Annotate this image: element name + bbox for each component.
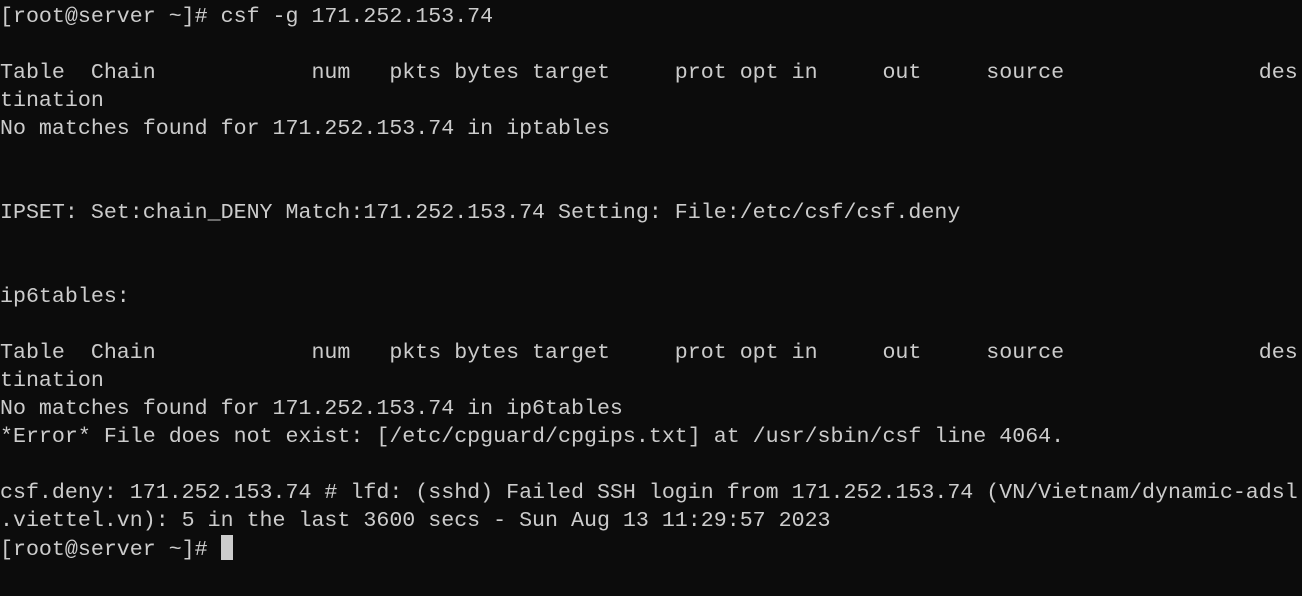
terminal-line: IPSET: Set:chain_DENY Match:171.252.153.… (0, 201, 961, 225)
terminal-line: .viettel.vn): 5 in the last 3600 secs - … (0, 509, 831, 533)
terminal-lines: [root@server ~]# csf -g 171.252.153.74 Ta… (0, 3, 1302, 535)
terminal-line: tination (0, 89, 104, 113)
terminal-line: No matches found for 171.252.153.74 in i… (0, 397, 623, 421)
terminal-line: Table Chain num pkts bytes target prot o… (0, 61, 1298, 85)
terminal-output[interactable]: [root@server ~]# csf -g 171.252.153.74 Ta… (0, 3, 1302, 563)
cursor (220, 535, 233, 560)
terminal-line: ip6tables: (0, 285, 130, 309)
terminal-line: csf.deny: 171.252.153.74 # lfd: (sshd) F… (0, 481, 1298, 505)
terminal-line: *Error* File does not exist: [/etc/cpgua… (0, 425, 1065, 449)
terminal-line: [root@server ~]# csf -g 171.252.153.74 (0, 5, 494, 29)
terminal-line: No matches found for 171.252.153.74 in i… (0, 117, 610, 141)
terminal-prompt-line[interactable]: [root@server ~]# (0, 535, 1302, 563)
terminal-line: tination (0, 369, 104, 393)
shell-prompt: [root@server ~]# (0, 538, 221, 562)
terminal-line: Table Chain num pkts bytes target prot o… (0, 341, 1298, 365)
